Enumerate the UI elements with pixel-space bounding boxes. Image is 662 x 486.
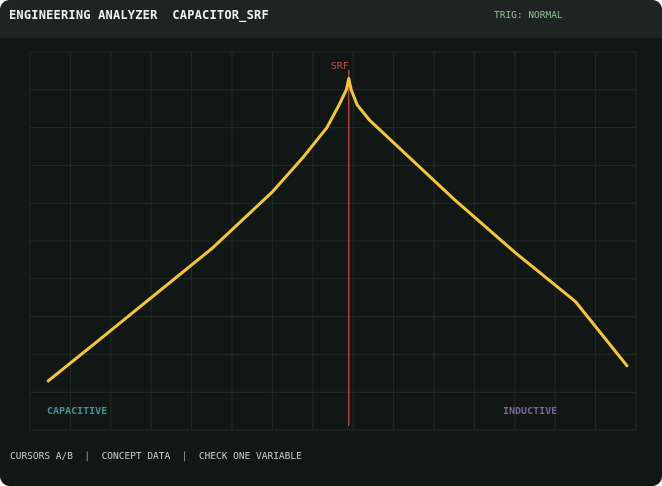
cursors-item[interactable]: CURSORS A/B (10, 451, 73, 462)
impedance-curve (46, 77, 629, 383)
srf-marker-label: SRF (331, 61, 349, 72)
plot-grid (29, 51, 637, 431)
inductive-region-label: INDUCTIVE (503, 406, 557, 417)
check-variable-item[interactable]: CHECK ONE VARIABLE (199, 451, 302, 462)
capacitive-region-label: CAPACITIVE (47, 406, 107, 417)
status-footer: CURSORS A/B | CONCEPT DATA | CHECK ONE V… (10, 451, 302, 462)
footer-separator: | (181, 451, 188, 462)
footer-separator: | (84, 451, 91, 462)
analyzer-window: ENGINEERING ANALYZER CAPACITOR_SRF TRIG:… (0, 0, 662, 486)
impedance-plot[interactable]: SRF CAPACITIVE INDUCTIVE (0, 0, 662, 486)
concept-data-item[interactable]: CONCEPT DATA (102, 451, 171, 462)
